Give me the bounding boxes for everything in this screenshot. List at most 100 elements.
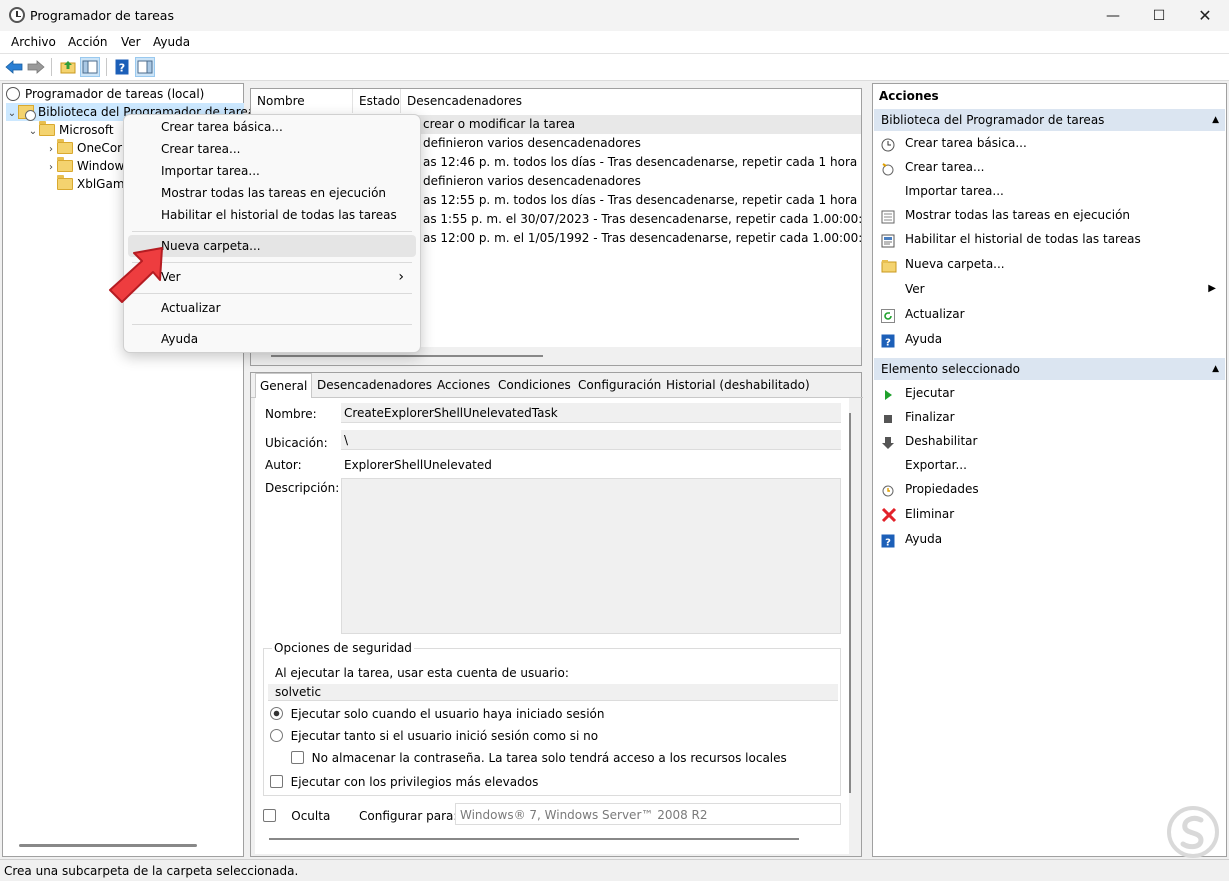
location-field[interactable]: \ [341,430,841,450]
help-icon: ? [881,332,895,349]
ctx-refresh[interactable]: Actualizar [128,297,416,319]
collapse-up-icon[interactable]: ▲ [1212,109,1219,131]
radio-run-always[interactable]: Ejecutar tanto si el usuario inició sesi… [270,729,598,743]
help-icon: ? [881,532,895,549]
tab-desencadenadores[interactable]: Desencadenadores [313,373,436,397]
status-bar: Crea una subcarpeta de la carpeta selecc… [0,859,1229,881]
ctx-view[interactable]: Ver › [128,266,416,288]
author-field[interactable]: ExplorerShellUnelevated [344,458,492,472]
chevron-down-icon[interactable]: ⌄ [6,105,18,123]
action-import-task[interactable]: Importar tarea... [874,179,1224,203]
checkbox-icon[interactable] [270,775,283,788]
column-header-desencadenadores[interactable]: Desencadenadores [401,89,861,113]
checkbox-icon[interactable] [291,751,304,764]
collapse-up-icon[interactable]: ▲ [1212,358,1219,380]
user-account-field[interactable]: solvetic [268,684,838,701]
ctx-import-task[interactable]: Importar tarea... [128,160,416,182]
toolbar-separator [106,58,107,76]
horizontal-scrollbar[interactable] [19,844,197,847]
menu-bar: Archivo Acción Ver Ayuda [0,31,1229,53]
run-icon [881,386,895,400]
action-view[interactable]: Ver ▶ [874,277,1224,301]
action-refresh[interactable]: Actualizar [874,302,1224,326]
tree-item-microsoft[interactable]: ⌄ Microsoft [27,121,114,139]
action-show-running[interactable]: Mostrar todas las tareas en ejecución [874,203,1224,227]
folder-icon [39,121,55,136]
description-label: Descripción: [265,481,340,495]
menu-accion[interactable]: Acción [68,35,107,49]
action-end[interactable]: Finalizar [874,405,1224,429]
tab-historial[interactable]: Historial (deshabilitado) [662,373,814,397]
action-disable[interactable]: Deshabilitar [874,429,1224,453]
horizontal-scrollbar[interactable] [269,838,799,840]
section-selected-item[interactable]: Elemento seleccionado ▲ [874,358,1225,380]
tree-item-xblgame[interactable]: XblGam [57,175,125,193]
description-field[interactable] [341,478,841,634]
tree-item-windows[interactable]: › Window [45,157,124,175]
back-arrow-icon[interactable] [4,57,24,77]
name-field[interactable]: CreateExplorerShellUnelevatedTask [341,403,841,423]
menu-archivo[interactable]: Archivo [11,35,56,49]
ctx-create-task[interactable]: Crear tarea... [128,138,416,160]
tab-condiciones[interactable]: Condiciones [494,373,575,397]
vertical-scrollbar[interactable] [849,413,851,793]
tab-configuracion[interactable]: Configuración [574,373,665,397]
checkbox-hidden[interactable]: Oculta [263,809,330,823]
action-new-folder[interactable]: Nueva carpeta... [874,252,1224,276]
location-label: Ubicación: [265,436,328,450]
action-help[interactable]: ? Ayuda [874,327,1224,351]
radio-run-logged-on[interactable]: Ejecutar solo cuando el usuario haya ini… [270,707,604,721]
toolbar-separator [51,58,52,76]
menu-separator [132,262,412,263]
column-header-nombre[interactable]: Nombre [251,89,353,113]
show-tree-icon[interactable] [80,57,100,77]
chevron-down-icon[interactable]: ⌄ [27,123,39,141]
action-create-task[interactable]: Crear tarea... [874,155,1224,179]
action-create-basic-task[interactable]: Crear tarea básica... [874,131,1224,155]
help-icon[interactable]: ? [112,57,132,77]
create-task-icon [881,160,895,176]
tab-acciones[interactable]: Acciones [433,373,494,397]
actions-header: Acciones [879,89,939,103]
action-help-selected[interactable]: ? Ayuda [874,527,1224,551]
clock-icon [6,87,20,101]
radio-selected-icon[interactable] [270,707,283,720]
configure-for-select[interactable]: Windows® 7, Windows Server™ 2008 R2 [455,803,841,825]
show-action-pane-icon[interactable] [135,57,155,77]
status-text: Crea una subcarpeta de la carpeta selecc… [4,864,299,878]
details-tabs: General Desencadenadores Acciones Condic… [251,373,863,399]
tree-item-onecore[interactable]: › OneCor [45,139,122,157]
checkbox-no-store-password[interactable]: No almacenar la contraseña. La tarea sol… [291,751,787,765]
ctx-enable-history[interactable]: Habilitar el historial de todas las tare… [128,204,416,226]
menu-ver[interactable]: Ver [121,35,141,49]
close-button[interactable]: ✕ [1182,0,1228,31]
action-run[interactable]: Ejecutar [874,381,1224,405]
forward-arrow-icon[interactable] [26,57,46,77]
checkbox-highest-privileges[interactable]: Ejecutar con los privilegios más elevado… [270,775,538,789]
horizontal-scrollbar[interactable] [271,355,543,357]
delete-x-icon [881,507,897,523]
tab-general[interactable]: General [255,373,313,399]
action-enable-history[interactable]: Habilitar el historial de todas las tare… [874,227,1224,251]
down-arrow-icon [881,434,895,449]
menu-ayuda[interactable]: Ayuda [153,35,190,49]
action-properties[interactable]: Propiedades [874,477,1224,501]
ctx-create-basic-task[interactable]: Crear tarea básica... [128,116,416,138]
ctx-help[interactable]: Ayuda [128,328,416,350]
minimize-button[interactable]: — [1090,0,1136,31]
history-icon [881,232,895,248]
column-header-estado[interactable]: Estado [353,89,401,113]
action-delete[interactable]: Eliminar [874,502,1224,526]
action-export[interactable]: Exportar... [874,453,1224,477]
checkbox-icon[interactable] [263,809,276,822]
security-options-group: Opciones de seguridad Al ejecutar la tar… [263,641,841,796]
up-folder-icon[interactable] [58,57,78,77]
tree-root[interactable]: Programador de tareas (local) [6,85,204,103]
maximize-button[interactable]: ☐ [1136,0,1182,31]
ctx-show-running[interactable]: Mostrar todas las tareas en ejecución [128,182,416,204]
ctx-new-folder[interactable]: Nueva carpeta... [128,235,416,257]
folder-icon [57,157,73,172]
section-library[interactable]: Biblioteca del Programador de tareas ▲ [874,109,1225,131]
radio-icon[interactable] [270,729,283,742]
chevron-right-icon[interactable]: › [45,159,57,177]
